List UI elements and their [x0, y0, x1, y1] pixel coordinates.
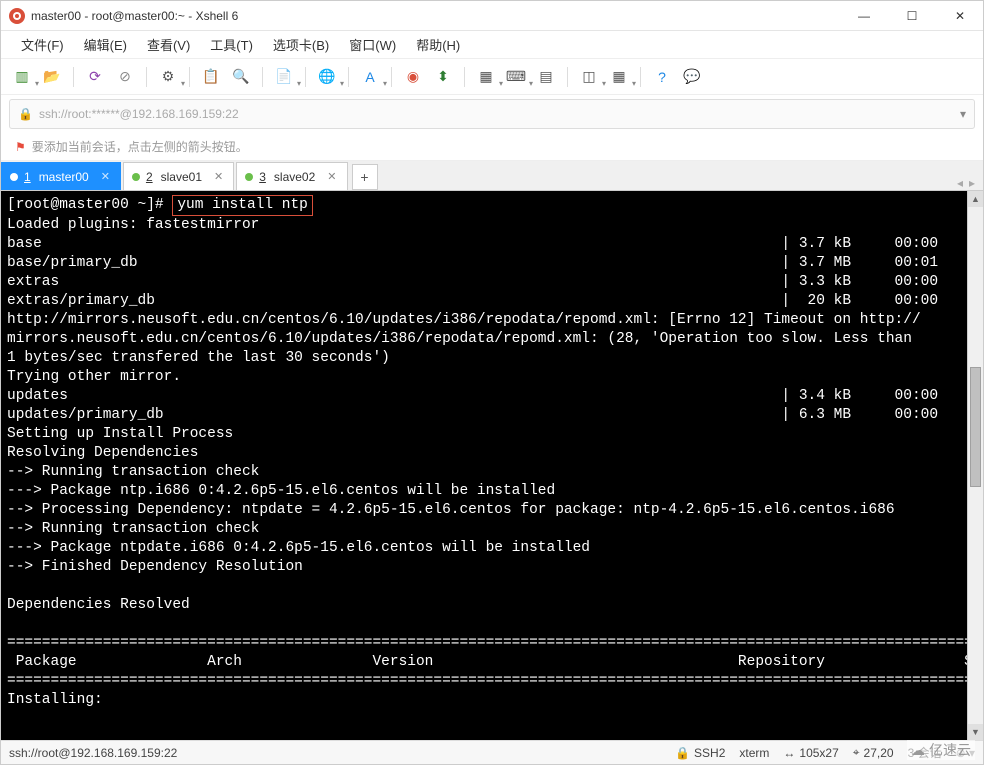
- status-dot-icon: [132, 173, 140, 181]
- status-bar: ssh://root@192.168.169.159:22 🔒 SSH2 xte…: [1, 740, 983, 764]
- menu-file[interactable]: 文件(F): [13, 33, 72, 56]
- scroll-up-icon[interactable]: ▲: [968, 191, 983, 207]
- tab-prev-icon[interactable]: ◂: [957, 176, 963, 190]
- address-bar[interactable]: 🔒 ssh://root:******@192.168.169.159:22 ▾: [9, 99, 975, 129]
- lock-small-icon: 🔒: [675, 746, 690, 760]
- paste-icon[interactable]: 📄: [273, 66, 295, 88]
- tab-number: 1: [24, 170, 31, 184]
- tab-add-button[interactable]: +: [352, 164, 378, 190]
- menu-bar: 文件(F) 编辑(E) 查看(V) 工具(T) 选项卡(B) 窗口(W) 帮助(…: [1, 31, 983, 59]
- properties-icon[interactable]: ⚙: [157, 66, 179, 88]
- status-size: ↔ 105x27: [783, 746, 838, 760]
- tab-strip: 1 master00 ✕ 2 slave01 ✕ 3 slave02 ✕ + ◂…: [1, 161, 983, 191]
- title-bar: master00 - root@master00:~ - Xshell 6 — …: [1, 1, 983, 31]
- menu-window[interactable]: 窗口(W): [341, 33, 404, 56]
- xshell-icon[interactable]: ◉: [402, 66, 424, 88]
- terminal-icon[interactable]: ▦: [475, 66, 497, 88]
- tab-close-icon[interactable]: ✕: [327, 170, 336, 183]
- chat-icon[interactable]: 💬: [681, 66, 703, 88]
- tile-icon[interactable]: ▦: [608, 66, 630, 88]
- status-dot-icon: [245, 173, 253, 181]
- scroll-down-icon[interactable]: ▼: [968, 724, 983, 740]
- tab-slave01[interactable]: 2 slave01 ✕: [123, 162, 234, 190]
- scrollbar[interactable]: ▲ ▼: [967, 191, 983, 740]
- close-button[interactable]: ✕: [945, 9, 975, 23]
- disconnect-icon[interactable]: ⊘: [114, 66, 136, 88]
- tab-label: slave02: [274, 170, 315, 184]
- window-controls: — ☐ ✕: [849, 9, 975, 23]
- cursor-icon: ⌖: [853, 745, 860, 760]
- tab-slave02[interactable]: 3 slave02 ✕: [236, 162, 347, 190]
- menu-view[interactable]: 查看(V): [139, 33, 198, 56]
- menu-tools[interactable]: 工具(T): [202, 33, 261, 56]
- status-address: ssh://root@192.168.169.159:22: [9, 746, 177, 760]
- size-icon: ↔: [783, 746, 795, 760]
- status-pos: ⌖ 27,20: [853, 745, 894, 760]
- tab-number: 3: [259, 170, 266, 184]
- watermark-text: 亿速云: [929, 740, 971, 760]
- tab-close-icon[interactable]: ✕: [101, 170, 110, 183]
- open-icon[interactable]: 📂: [41, 66, 63, 88]
- scroll-thumb[interactable]: [970, 367, 981, 487]
- status-term: xterm: [739, 746, 769, 760]
- maximize-button[interactable]: ☐: [897, 9, 927, 23]
- address-dropdown-icon[interactable]: ▾: [960, 107, 966, 121]
- new-session-icon[interactable]: ▥: [11, 66, 33, 88]
- help-icon[interactable]: ?: [651, 66, 673, 88]
- terminal-area: [root@master00 ~]# yum install ntp Loade…: [1, 191, 983, 740]
- lock-icon: 🔒: [18, 107, 33, 121]
- status-dot-icon: [10, 173, 18, 181]
- tab-nav: ◂ ▸: [957, 176, 983, 190]
- watermark-icon: ☁: [911, 742, 925, 759]
- toolbar: ▥ 📂 ⟳ ⊘ ⚙ 📋 🔍 📄 🌐 A ◉ ⬍ ▦ ⌨ ▤ ◫ ▦ ? 💬: [1, 59, 983, 95]
- tab-number: 2: [146, 170, 153, 184]
- scroll-track[interactable]: [968, 207, 983, 724]
- watermark: ☁ 亿速云: [907, 740, 975, 760]
- hint-text: 要添加当前会话，点击左侧的箭头按钮。: [32, 138, 248, 155]
- menu-tabs[interactable]: 选项卡(B): [265, 33, 337, 56]
- menu-edit[interactable]: 编辑(E): [76, 33, 135, 56]
- address-text: ssh://root:******@192.168.169.159:22: [39, 107, 960, 121]
- tab-next-icon[interactable]: ▸: [969, 176, 975, 190]
- log-icon[interactable]: ▤: [535, 66, 557, 88]
- flag-icon: ⚑: [15, 140, 26, 154]
- status-protocol: 🔒 SSH2: [675, 746, 725, 760]
- reconnect-icon[interactable]: ⟳: [84, 66, 106, 88]
- minimize-button[interactable]: —: [849, 9, 879, 23]
- tab-label: slave01: [161, 170, 202, 184]
- font-icon[interactable]: A: [359, 66, 381, 88]
- search-icon[interactable]: 🔍: [230, 66, 252, 88]
- menu-help[interactable]: 帮助(H): [408, 33, 468, 56]
- copy-icon[interactable]: 📋: [200, 66, 222, 88]
- app-icon: [9, 8, 25, 24]
- terminal[interactable]: [root@master00 ~]# yum install ntp Loade…: [1, 191, 967, 740]
- window-title: master00 - root@master00:~ - Xshell 6: [31, 9, 849, 23]
- globe-icon[interactable]: 🌐: [316, 66, 338, 88]
- tab-close-icon[interactable]: ✕: [214, 170, 223, 183]
- xftp-icon[interactable]: ⬍: [432, 66, 454, 88]
- tab-master00[interactable]: 1 master00 ✕: [1, 162, 121, 190]
- hint-bar: ⚑ 要添加当前会话，点击左侧的箭头按钮。: [1, 133, 983, 161]
- tab-label: master00: [39, 170, 89, 184]
- keyboard-icon[interactable]: ⌨: [505, 66, 527, 88]
- layout-icon[interactable]: ◫: [578, 66, 600, 88]
